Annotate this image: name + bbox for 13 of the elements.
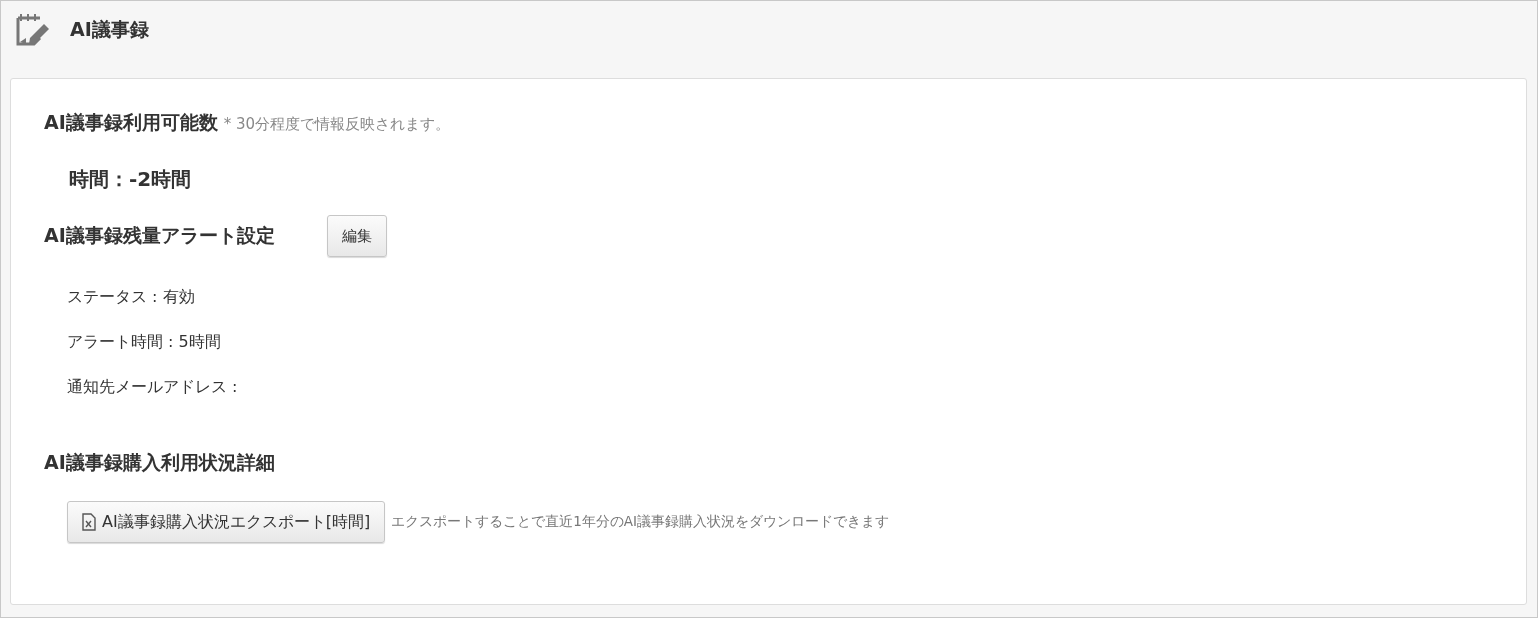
export-note: エクスポートすることで直近1年分のAI議事録購入状況をダウンロードできます [391,513,889,531]
available-time: 時間：-2時間 [69,166,193,193]
edit-button[interactable]: 編集 [326,215,387,257]
setting-line: ステータス : 有効 [67,287,196,308]
setting-line: アラート時間 : 5時間 [67,332,222,353]
export-button[interactable]: AI議事録購入状況エクスポート[時間] [67,501,386,543]
info-note: * 30分程度で情報反映されます。 [223,115,451,134]
section-heading: AI議事録購入利用状況詳細 [44,450,276,475]
section-heading: AI議事録残量アラート設定 [44,223,275,248]
spreadsheet-file-icon [82,513,96,531]
setting-line: 通知先メールアドレス : [67,377,239,398]
page-title: AI議事録 [70,17,149,42]
section-heading: AI議事録利用可能数 [44,110,218,135]
